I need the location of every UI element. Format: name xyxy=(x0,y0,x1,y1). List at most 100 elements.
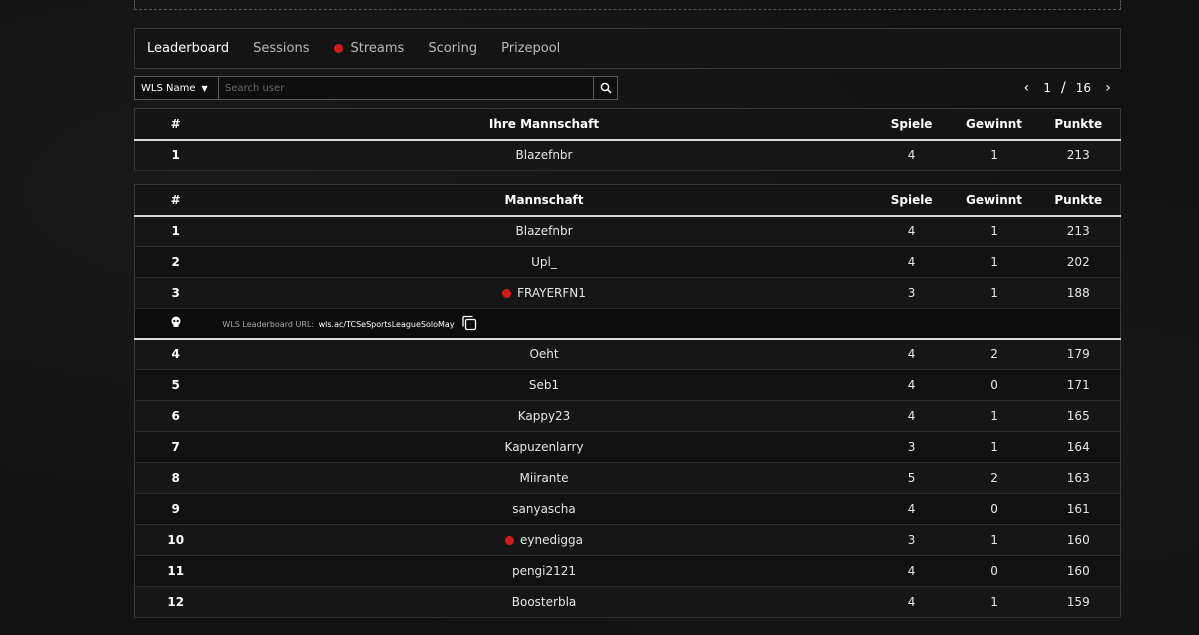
search-button[interactable] xyxy=(594,76,618,100)
rank-cell: 3 xyxy=(134,277,217,309)
games-cell: 4 xyxy=(871,369,952,401)
table-row[interactable]: 7 Kapuzenlarry 3 1 164 xyxy=(134,431,1121,463)
rank-cell: 11 xyxy=(134,555,217,587)
filter-select-value: WLS Name xyxy=(141,82,196,94)
team-name-cell: Kappy23 xyxy=(216,400,872,432)
wins-cell: 1 xyxy=(951,524,1037,556)
wins-cell: 1 xyxy=(951,246,1037,278)
column-header-rank: # xyxy=(134,184,217,217)
tab-bar: Leaderboard Sessions Streams Scoring Pri… xyxy=(134,28,1121,69)
column-header-points: Punkte xyxy=(1036,108,1121,141)
points-cell: 160 xyxy=(1036,524,1121,556)
top-panel xyxy=(134,0,1121,10)
team-name: FRAYERFN1 xyxy=(517,286,586,300)
tab-label: Leaderboard xyxy=(147,41,230,56)
wins-cell: 1 xyxy=(951,400,1037,432)
wins-cell: 1 xyxy=(951,139,1037,171)
rank-cell: 8 xyxy=(134,462,217,494)
points-cell: 213 xyxy=(1036,215,1121,247)
leaderboard-url-cell: WLS Leaderboard URL: wls.ac/TCSeSportsLe… xyxy=(216,308,1121,340)
live-dot-icon xyxy=(333,44,343,53)
points-cell: 213 xyxy=(1036,139,1121,171)
table-row[interactable]: 1 Blazefnbr 4 1 213 xyxy=(134,215,1121,247)
team-name-cell: sanyascha xyxy=(216,493,872,525)
team-name-cell: pengi2121 xyxy=(216,555,872,587)
wins-cell: 0 xyxy=(951,555,1037,587)
tab-scoring[interactable]: Scoring xyxy=(428,41,477,56)
wins-cell: 0 xyxy=(951,493,1037,525)
tab-label: Prizepool xyxy=(501,41,561,56)
tab-streams[interactable]: Streams xyxy=(333,41,404,56)
rank-cell: 2 xyxy=(134,246,217,278)
games-cell: 4 xyxy=(871,338,952,370)
games-cell: 3 xyxy=(871,524,952,556)
team-name: eynedigga xyxy=(520,533,584,547)
table-row[interactable]: 11 pengi2121 4 0 160 xyxy=(134,555,1121,587)
my-team-table: # Ihre Mannschaft Spiele Gewinnt Punkte … xyxy=(134,108,1121,171)
team-name-cell: Kapuzenlarry xyxy=(216,431,872,463)
live-dot-icon xyxy=(505,536,514,545)
games-cell: 4 xyxy=(871,139,952,171)
rank-cell: 4 xyxy=(134,338,217,370)
points-cell: 163 xyxy=(1036,462,1121,494)
live-dot-icon xyxy=(502,289,512,298)
search-icon xyxy=(600,82,612,94)
rank-cell: 9 xyxy=(134,493,217,525)
table-row[interactable]: 4 Oeht 4 2 179 xyxy=(134,338,1121,370)
page-current: 1 xyxy=(1043,81,1051,95)
team-name-cell: Boosterbla xyxy=(216,586,872,618)
games-cell: 3 xyxy=(871,431,952,463)
column-header-games: Spiele xyxy=(871,184,952,217)
filter-select[interactable]: WLS Name ▼ xyxy=(134,76,219,100)
column-header-rank: # xyxy=(134,108,217,141)
info-icon-cell xyxy=(134,308,217,340)
games-cell: 4 xyxy=(871,215,952,247)
table-row[interactable]: 8 Miirante 5 2 163 xyxy=(134,462,1121,494)
wins-cell: 0 xyxy=(951,369,1037,401)
points-cell: 171 xyxy=(1036,369,1121,401)
table-row[interactable]: 12 Boosterbla 4 1 159 xyxy=(134,586,1121,618)
table-row[interactable]: 2 Upl_ 4 1 202 xyxy=(134,246,1121,278)
games-cell: 4 xyxy=(871,555,952,587)
chevron-right-icon[interactable]: › xyxy=(1101,80,1115,96)
table-row[interactable]: 3 FRAYERFN1 3 1 188 xyxy=(134,277,1121,309)
points-cell: 164 xyxy=(1036,431,1121,463)
column-header-team: Mannschaft xyxy=(216,184,872,217)
column-header-points: Punkte xyxy=(1036,184,1121,217)
tab-prizepool[interactable]: Prizepool xyxy=(501,41,560,56)
rank-cell: 5 xyxy=(134,369,217,401)
tab-sessions[interactable]: Sessions xyxy=(253,41,309,56)
page-separator: / xyxy=(1061,80,1066,96)
skull-icon xyxy=(171,316,181,327)
table-row[interactable]: 6 Kappy23 4 1 165 xyxy=(134,400,1121,432)
team-name-cell: Miirante xyxy=(216,462,872,494)
column-header-team: Ihre Mannschaft xyxy=(216,108,872,141)
search-input[interactable] xyxy=(219,76,594,100)
toolbar: WLS Name ▼ ‹ 1 / 16 › xyxy=(134,76,1121,100)
table-row[interactable]: 5 Seb1 4 0 171 xyxy=(134,369,1121,401)
tab-leaderboard[interactable]: Leaderboard xyxy=(147,41,229,56)
team-name-cell: Seb1 xyxy=(216,369,872,401)
leaderboard-url-link[interactable]: wls.ac/TCSeSportsLeagueSoloMay xyxy=(319,320,455,329)
column-header-wins: Gewinnt xyxy=(951,108,1037,141)
page-total: 16 xyxy=(1075,81,1091,95)
leaderboard-url-label: WLS Leaderboard URL: xyxy=(222,320,315,330)
points-cell: 161 xyxy=(1036,493,1121,525)
points-cell: 202 xyxy=(1036,246,1121,278)
chevron-down-icon: ▼ xyxy=(201,83,208,93)
table-row[interactable]: 9 sanyascha 4 0 161 xyxy=(134,493,1121,525)
leaderboard-table: # Mannschaft Spiele Gewinnt Punkte 1 Bla… xyxy=(134,184,1121,618)
games-cell: 4 xyxy=(871,246,952,278)
chevron-left-icon[interactable]: ‹ xyxy=(1019,80,1033,96)
copy-icon[interactable] xyxy=(461,315,477,331)
rank-cell: 1 xyxy=(134,139,217,171)
table-header-row: # Ihre Mannschaft Spiele Gewinnt Punkte xyxy=(134,108,1121,141)
team-name-cell: Upl_ xyxy=(216,246,872,278)
table-row[interactable]: 1 Blazefnbr 4 1 213 xyxy=(134,139,1121,171)
table-row[interactable]: 10 eynedigga 3 1 160 xyxy=(134,524,1121,556)
rank-cell: 12 xyxy=(134,586,217,618)
games-cell: 5 xyxy=(871,462,952,494)
points-cell: 160 xyxy=(1036,555,1121,587)
table-header-row: # Mannschaft Spiele Gewinnt Punkte xyxy=(134,184,1121,217)
games-cell: 4 xyxy=(871,493,952,525)
